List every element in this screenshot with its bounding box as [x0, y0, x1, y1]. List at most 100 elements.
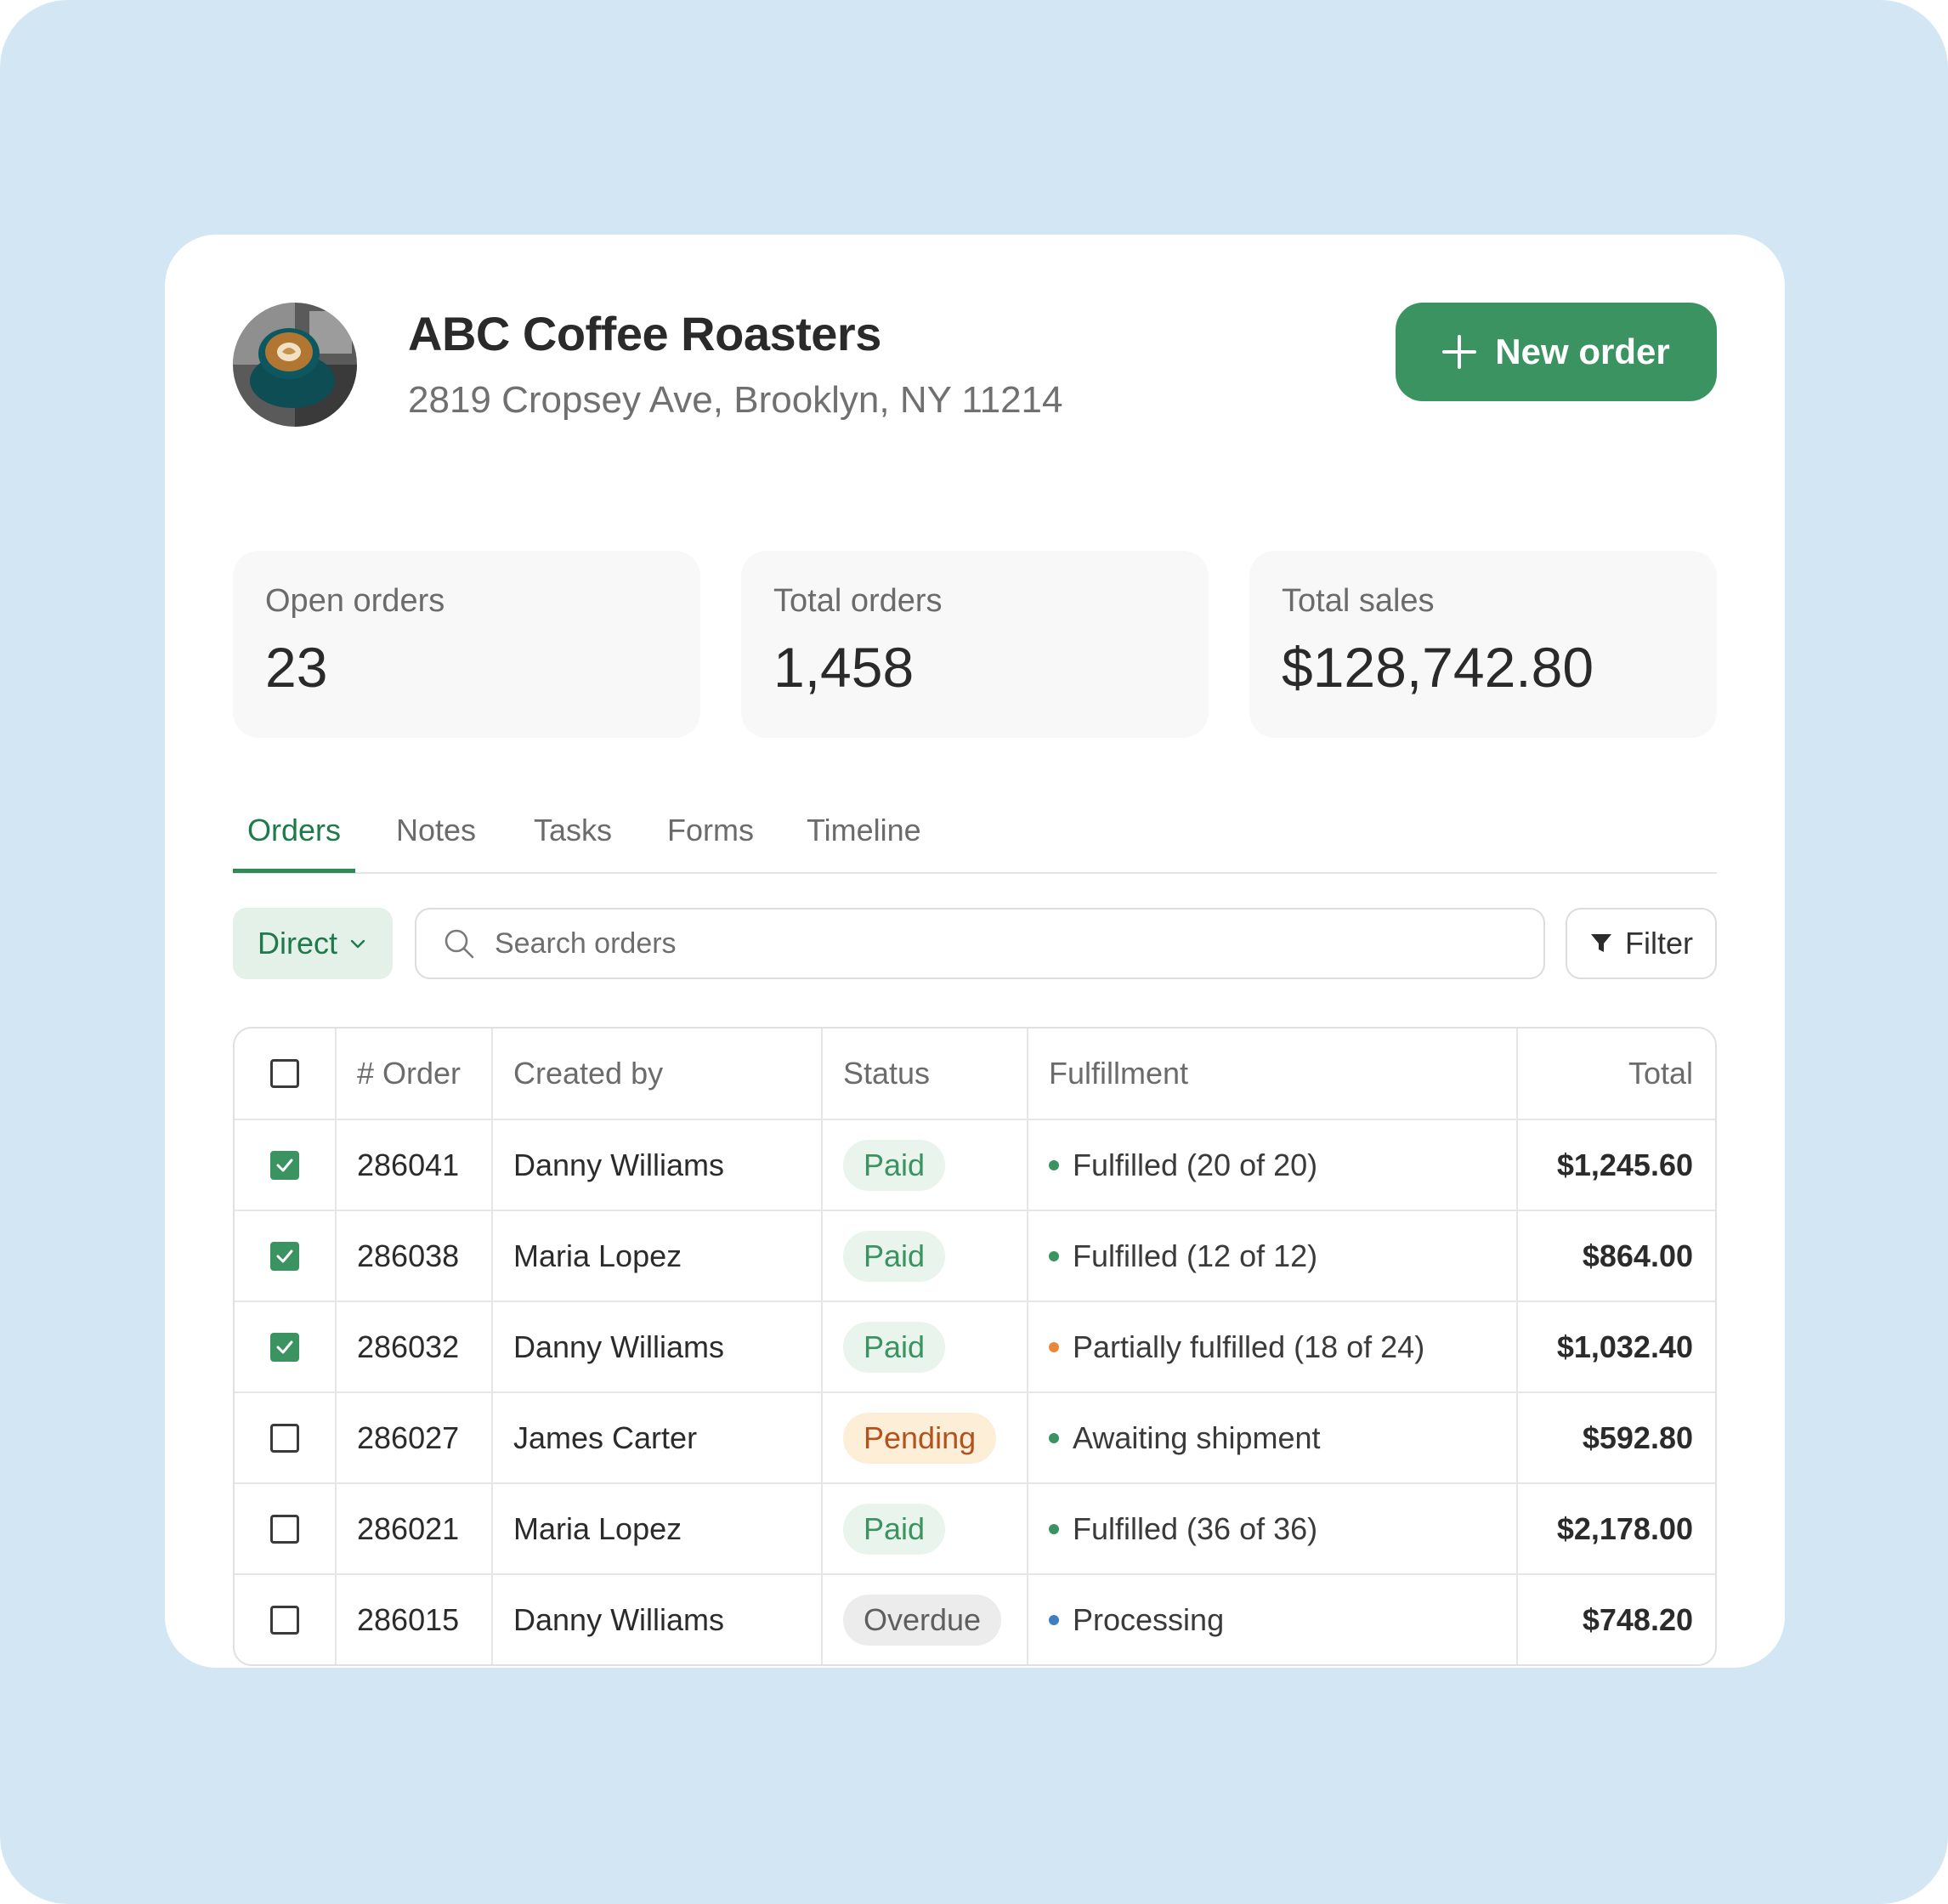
order-number[interactable]: 286032	[335, 1302, 491, 1391]
fulfillment-status-dot-icon	[1049, 1250, 1059, 1261]
stat-label: Open orders	[265, 583, 445, 619]
order-total: $1,032.40	[1516, 1302, 1715, 1391]
table-row[interactable]: 286027 James Carter Pending Awaiting shipme…	[235, 1391, 1715, 1482]
column-header-status[interactable]: Status	[821, 1028, 1027, 1119]
row-checkbox[interactable]	[270, 1332, 299, 1362]
row-checkbox[interactable]	[270, 1150, 299, 1180]
row-checkbox-cell	[235, 1393, 335, 1482]
status-badge: Pending	[843, 1412, 997, 1464]
stat-label: Total orders	[773, 583, 943, 619]
stat-value: 1,458	[773, 636, 915, 699]
row-checkbox-cell	[235, 1484, 335, 1573]
header-checkbox-cell	[235, 1028, 335, 1119]
created-by: James Carter	[491, 1393, 821, 1482]
row-checkbox[interactable]	[270, 1241, 299, 1271]
stats-row: Open orders 23 Total orders 1,458 Total …	[233, 551, 1717, 738]
column-header-order[interactable]: # Order	[335, 1028, 491, 1119]
status-cell: Pending	[821, 1393, 1027, 1482]
orders-toolbar: Direct Filter	[233, 908, 1717, 981]
search-box	[415, 908, 1545, 979]
search-input[interactable]	[493, 926, 1516, 961]
tab-timeline[interactable]: Timeline	[807, 813, 921, 848]
coffee-cup-photo-icon	[233, 303, 357, 427]
order-number[interactable]: 286015	[335, 1575, 491, 1664]
status-cell: Overdue	[821, 1575, 1027, 1664]
stat-total-sales: Total sales $128,742.80	[1249, 551, 1717, 738]
channel-dropdown-label: Direct	[257, 926, 337, 960]
stat-open-orders: Open orders 23	[233, 551, 700, 738]
fulfillment-status-dot-icon	[1049, 1432, 1059, 1443]
created-by: Danny Williams	[491, 1302, 821, 1391]
new-order-label: New order	[1495, 332, 1670, 371]
row-checkbox[interactable]	[270, 1514, 299, 1544]
order-number[interactable]: 286021	[335, 1484, 491, 1573]
table-row[interactable]: 286032 Danny Williams Paid Partially fulfil…	[235, 1300, 1715, 1391]
fulfillment-status-dot-icon	[1049, 1341, 1059, 1352]
table-row[interactable]: 286015 Danny Williams Overdue Processing $74…	[235, 1573, 1715, 1664]
row-checkbox-cell	[235, 1211, 335, 1300]
active-tab-indicator	[233, 869, 355, 873]
customer-card: ABC Coffee Roasters 2819 Cropsey Ave, Br…	[165, 235, 1785, 1668]
created-by: Maria Lopez	[491, 1484, 821, 1573]
customer-header: ABC Coffee Roasters 2819 Cropsey Ave, Br…	[233, 303, 1717, 430]
column-header-total[interactable]: Total	[1516, 1028, 1715, 1119]
column-header-created-by[interactable]: Created by	[491, 1028, 821, 1119]
search-icon	[445, 929, 474, 959]
order-total: $1,245.60	[1516, 1120, 1715, 1210]
status-badge: Overdue	[843, 1594, 1002, 1646]
fulfillment-text: Fulfilled (36 of 36)	[1073, 1510, 1318, 1546]
company-name: ABC Coffee Roasters	[408, 307, 881, 360]
row-checkbox[interactable]	[270, 1423, 299, 1453]
order-total: $592.80	[1516, 1393, 1715, 1482]
table-row[interactable]: 286041 Danny Williams Paid Fulfilled (20 of…	[235, 1119, 1715, 1210]
status-badge: Paid	[843, 1503, 946, 1555]
fulfillment-text: Partially fulfilled (18 of 24)	[1073, 1329, 1425, 1364]
row-checkbox-cell	[235, 1120, 335, 1210]
created-by: Maria Lopez	[491, 1211, 821, 1300]
fulfillment-cell: Fulfilled (12 of 12)	[1027, 1211, 1516, 1300]
stat-value: $128,742.80	[1282, 636, 1594, 699]
tab-forms[interactable]: Forms	[667, 813, 754, 848]
checkmark-icon	[276, 1340, 293, 1353]
status-cell: Paid	[821, 1120, 1027, 1210]
column-header-fulfillment[interactable]: Fulfillment	[1027, 1028, 1516, 1119]
stat-label: Total sales	[1282, 583, 1435, 619]
created-by: Danny Williams	[491, 1575, 821, 1664]
plus-icon	[1442, 335, 1477, 369]
fulfillment-text: Awaiting shipment	[1073, 1420, 1321, 1455]
checkmark-icon	[276, 1250, 293, 1262]
status-badge: Paid	[843, 1139, 946, 1191]
order-number[interactable]: 286038	[335, 1211, 491, 1300]
row-checkbox[interactable]	[270, 1605, 299, 1635]
stat-total-orders: Total orders 1,458	[741, 551, 1209, 738]
order-total: $864.00	[1516, 1211, 1715, 1300]
fulfillment-cell: Fulfilled (36 of 36)	[1027, 1484, 1516, 1573]
company-address: 2819 Cropsey Ave, Brooklyn, NY 11214	[408, 379, 1063, 421]
filter-label: Filter	[1625, 926, 1693, 960]
fulfillment-status-dot-icon	[1049, 1523, 1059, 1534]
select-all-checkbox[interactable]	[270, 1059, 299, 1088]
filter-button[interactable]: Filter	[1566, 908, 1717, 979]
tab-orders[interactable]: Orders	[247, 813, 341, 848]
status-cell: Paid	[821, 1484, 1027, 1573]
order-total: $2,178.00	[1516, 1484, 1715, 1573]
channel-dropdown[interactable]: Direct	[233, 908, 393, 979]
row-checkbox-cell	[235, 1575, 335, 1664]
status-cell: Paid	[821, 1302, 1027, 1391]
chevron-down-icon	[350, 939, 365, 949]
table-row[interactable]: 286021 Maria Lopez Paid Fulfilled (36 of 36…	[235, 1482, 1715, 1573]
fulfillment-text: Processing	[1073, 1601, 1225, 1637]
order-number[interactable]: 286027	[335, 1393, 491, 1482]
table-row[interactable]: 286038 Maria Lopez Paid Fulfilled (12 of 12…	[235, 1210, 1715, 1300]
checkmark-icon	[276, 1159, 293, 1171]
avatar	[233, 303, 357, 427]
orders-table: # Order Created by Status Fulfillment To…	[233, 1027, 1717, 1666]
fulfillment-cell: Partially fulfilled (18 of 24)	[1027, 1302, 1516, 1391]
tab-tasks[interactable]: Tasks	[534, 813, 612, 848]
fulfillment-status-dot-icon	[1049, 1614, 1059, 1625]
new-order-button[interactable]: New order	[1396, 303, 1717, 401]
order-number[interactable]: 286041	[335, 1120, 491, 1210]
fulfillment-cell: Awaiting shipment	[1027, 1393, 1516, 1482]
order-total: $748.20	[1516, 1575, 1715, 1664]
tab-notes[interactable]: Notes	[396, 813, 476, 848]
